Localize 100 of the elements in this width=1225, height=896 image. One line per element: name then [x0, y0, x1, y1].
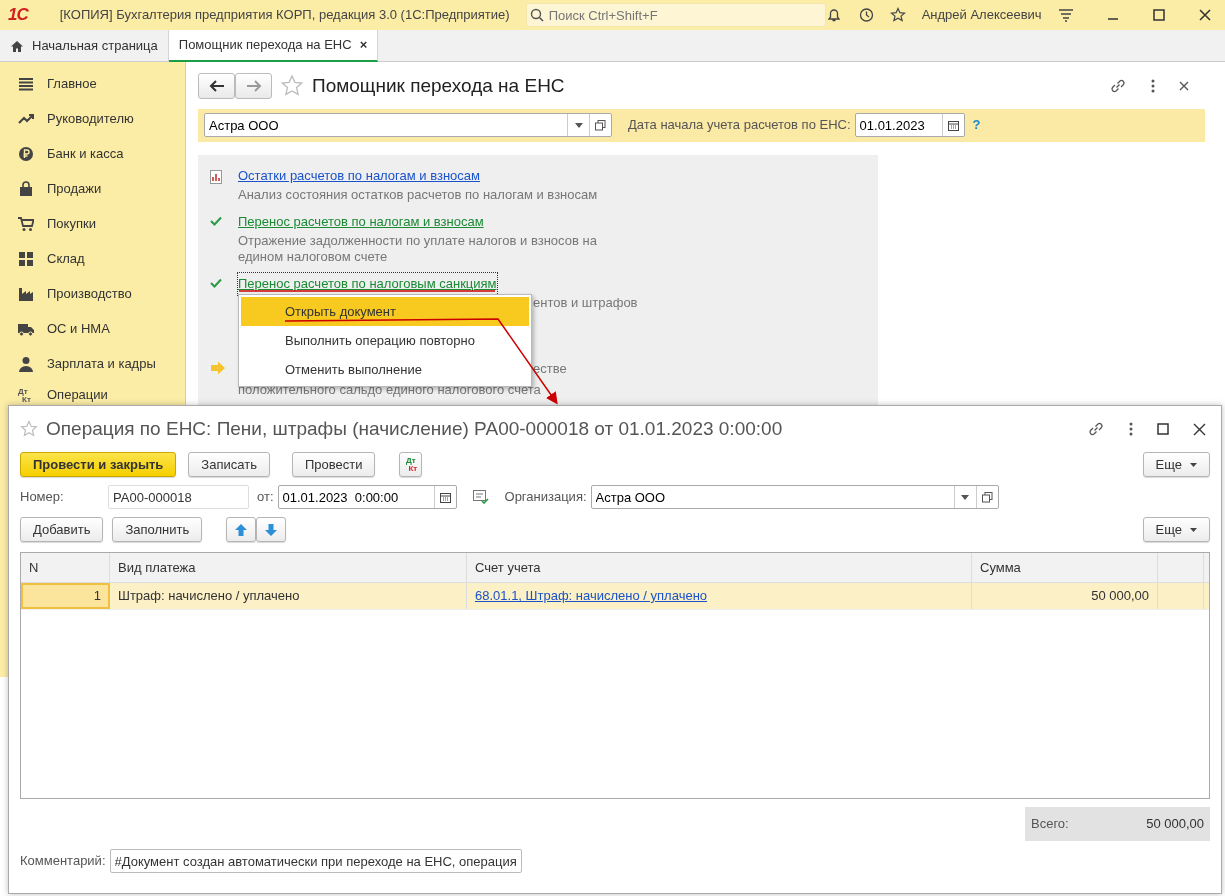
total-value: 50 000,00 [1146, 815, 1204, 834]
step-description: Отражение задолженности по уплате налогов и взносов на [238, 232, 597, 249]
button[interactable]: Провести [291, 452, 376, 477]
column-header: N [21, 553, 110, 582]
arrow-up-icon [235, 523, 248, 536]
organization-field[interactable]: Астра ООО [204, 113, 612, 137]
check-icon [210, 277, 222, 288]
close-icon[interactable] [1193, 422, 1206, 436]
dropdown-icon[interactable] [574, 122, 583, 128]
number-field[interactable]: РА00-000018 [108, 485, 249, 509]
column-header: Вид платежа [110, 553, 467, 582]
calendar-icon[interactable] [439, 491, 451, 503]
caret-icon [1190, 527, 1197, 532]
logo: 1С [8, 4, 28, 27]
button[interactable]: Записать [188, 452, 270, 477]
column-header: Счет учета [467, 553, 972, 582]
calendar-icon[interactable] [947, 119, 959, 131]
table-cell-text: 1 [93, 587, 101, 606]
search-field[interactable]: Поиск Ctrl+Shift+F [525, 3, 826, 27]
caret-icon [1190, 462, 1197, 467]
sidebar-item[interactable]: Зарплата и кадры [0, 346, 185, 381]
step-description: едином налоговом счете [238, 248, 389, 265]
history-icon[interactable] [857, 7, 874, 23]
grid-icon [18, 250, 34, 267]
total-label: Всего: [1031, 815, 1069, 834]
tab-close-button[interactable]: × [359, 35, 368, 55]
star-icon[interactable] [20, 420, 38, 438]
arrow-left-icon [208, 80, 225, 93]
column-header: Сумма [972, 553, 1158, 582]
date-input[interactable]: 01.01.2023 0:00:00 [278, 486, 434, 508]
more-icon[interactable] [1151, 79, 1155, 94]
sidebar-item[interactable]: Руководителю [0, 101, 185, 136]
more-button[interactable]: Еще [1142, 452, 1210, 477]
button[interactable]: Провести и закрыть [20, 452, 177, 477]
move-up-button[interactable] [226, 517, 257, 542]
step-description: ентов и штрафов [533, 294, 638, 311]
maximize-icon[interactable] [1157, 423, 1169, 435]
more-button[interactable]: Еще [1142, 517, 1210, 542]
account-link[interactable]: 68.01.1, Штраф: начислено / уплачено [475, 586, 708, 606]
step-link[interactable]: Перенос расчетов по налоговым санкциям [238, 272, 497, 295]
report-icon [210, 169, 222, 184]
sidebar-item[interactable]: Банк и касса [0, 136, 185, 171]
person-icon [18, 355, 34, 372]
close-icon[interactable] [1197, 8, 1212, 22]
open-icon[interactable] [595, 119, 606, 131]
move-down-button[interactable] [256, 517, 287, 542]
button[interactable]: Добавить [20, 517, 104, 542]
organization-input[interactable]: Астра ООО [205, 114, 567, 136]
button[interactable]: Заполнить [112, 517, 203, 542]
cart-icon [18, 215, 34, 232]
step-link[interactable]: Перенос расчетов по налогам и взносам [238, 210, 484, 233]
bag-icon [18, 180, 34, 197]
maximize-icon[interactable] [1151, 8, 1166, 22]
home-icon [10, 39, 24, 53]
check-icon [210, 215, 222, 226]
window-title: [КОПИЯ] Бухгалтерия предприятия КОРП, редакция 3.0 (1С:Предприятие) [59, 6, 510, 25]
more-icon[interactable] [1129, 422, 1133, 436]
posted-icon [472, 490, 489, 504]
step-link[interactable]: Остатки расчетов по налогам и взносам [238, 164, 480, 187]
window-title: Операция по ЕНС: Пени, штрафы (начисление) РА00-000018 от 01.01.2023 0:00:00 [46, 416, 783, 441]
star-icon[interactable] [889, 7, 906, 23]
close-icon[interactable] [1179, 81, 1189, 92]
menu-item[interactable]: Открыть документ [241, 297, 529, 326]
open-icon[interactable] [981, 491, 993, 503]
organization-label: Организация: [504, 488, 587, 507]
bell-icon[interactable] [825, 7, 842, 23]
date-field[interactable]: 01.01.2023 [854, 113, 965, 137]
tab[interactable]: Помощник перехода на ЕНС × [168, 30, 379, 62]
menu-item[interactable]: Выполнить операцию повторно [241, 326, 529, 355]
step-description: Анализ состояния остатков расчетов по налогам и взносам [238, 186, 598, 203]
sidebar-item[interactable]: Дт Кт Операции [0, 381, 185, 404]
sidebar-item[interactable]: Склад [0, 241, 185, 276]
step-description: естве [533, 360, 567, 377]
date-field[interactable]: 01.01.2023 0:00:00 [277, 485, 457, 509]
user-name[interactable]: Андрей Алексеевич [921, 5, 1042, 25]
factory-icon [18, 285, 34, 302]
arrow-icon [210, 360, 226, 375]
dropdown-icon[interactable] [961, 494, 970, 500]
arrow-down-icon [265, 523, 278, 536]
organization-field[interactable]: Астра ООО [590, 485, 999, 509]
sidebar-item[interactable]: Продажи [0, 171, 185, 206]
page-title: Помощник перехода на ЕНС [312, 74, 565, 98]
sidebar-item[interactable]: Производство [0, 276, 185, 311]
comment-field[interactable]: #Документ создан автоматически при переходе на ЕНС, операция [109, 849, 522, 873]
date-input[interactable]: 01.01.2023 [855, 114, 942, 136]
sidebar-item[interactable]: ОС и НМА [0, 311, 185, 346]
debit-credit-button[interactable]: Дт Кт [399, 452, 423, 477]
link-icon[interactable] [1087, 420, 1105, 438]
coin-icon [18, 145, 34, 162]
arrow-right-icon [245, 80, 262, 93]
search-icon [529, 8, 544, 22]
organization-input[interactable]: Астра ООО [591, 486, 954, 508]
sidebar-item[interactable]: Главное [0, 66, 185, 101]
menu-icon [18, 75, 34, 92]
table-cell-text: 50 000,00 [1091, 587, 1149, 606]
sidebar-item[interactable]: Покупки [0, 206, 185, 241]
settings-icon[interactable] [1057, 8, 1074, 22]
table-row[interactable]: 1 Штраф: начислено / уплачено 68.01.1, Штраф: начислено / уплачено 50 000,00 [21, 583, 1209, 610]
back-button[interactable] [198, 73, 235, 100]
menu-item[interactable]: Отменить выполнение [241, 355, 529, 384]
